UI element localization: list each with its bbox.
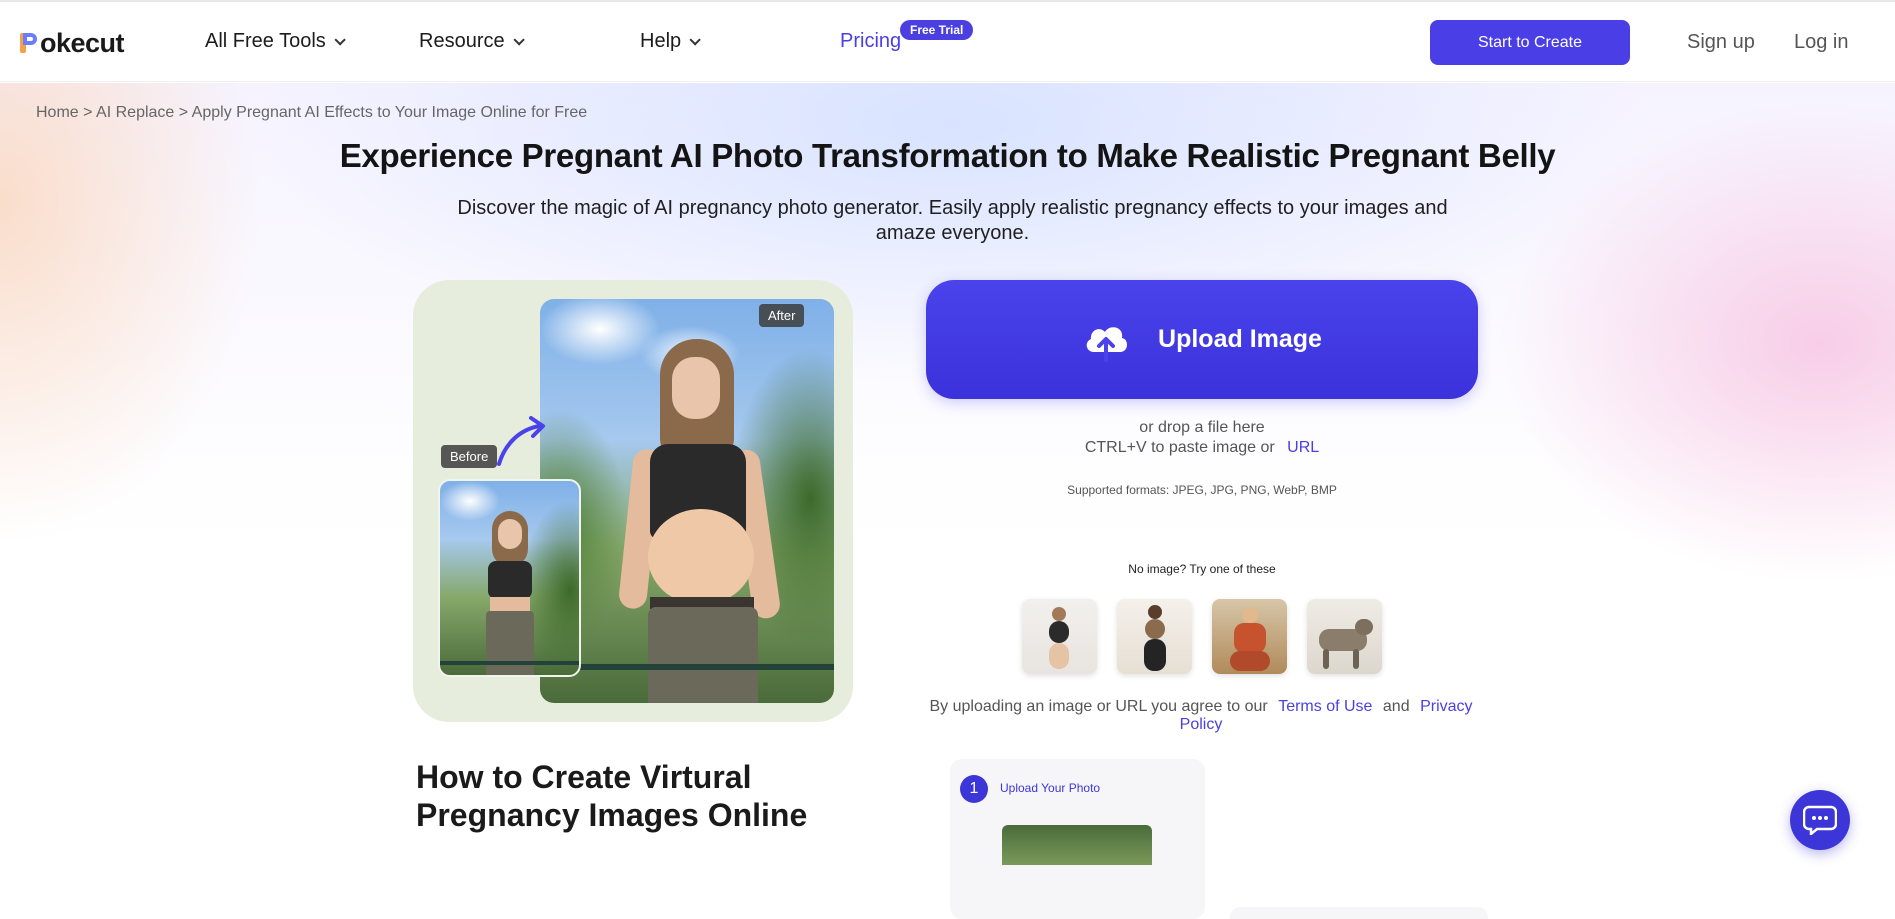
chevron-down-icon <box>689 33 701 46</box>
drop-file-hint: or drop a file here <box>1139 419 1265 436</box>
step-number: 1 <box>960 775 988 803</box>
supported-formats: Supported formats: JPEG, JPG, PNG, WebP,… <box>1067 483 1337 497</box>
woman-figure <box>474 511 544 675</box>
before-image <box>438 479 581 677</box>
nav-all-free-tools-label: All Free Tools <box>205 30 326 52</box>
logo-mark-icon <box>20 31 38 55</box>
start-to-create-button[interactable]: Start to Create <box>1430 20 1630 65</box>
sample-images <box>1022 599 1382 674</box>
upload-image-button[interactable]: Upload Image <box>926 280 1478 399</box>
nav-all-free-tools[interactable]: All Free Tools <box>205 30 346 53</box>
sample-image-2[interactable] <box>1117 599 1192 674</box>
pregnant-woman-figure <box>617 339 782 703</box>
agree-prefix: By uploading an image or URL you agree t… <box>929 698 1268 715</box>
breadcrumb-ai-replace[interactable]: AI Replace <box>96 104 174 121</box>
chevron-down-icon <box>513 33 525 46</box>
pokecut-logo[interactable]: okecut <box>20 27 125 58</box>
sample-image-3[interactable] <box>1212 599 1287 674</box>
before-tag: Before <box>441 445 498 468</box>
free-trial-badge: Free Trial <box>900 20 974 40</box>
step-card-next <box>1230 907 1488 919</box>
site-header: okecut All Free Tools Resource Help Pric… <box>0 2 1895 82</box>
logo-text: okecut <box>40 27 125 58</box>
breadcrumb: Home > AI Replace > Apply Pregnant AI Ef… <box>36 104 587 122</box>
log-in-link[interactable]: Log in <box>1794 31 1849 54</box>
nav-pricing[interactable]: Pricing <box>840 30 901 53</box>
terms-of-use-link[interactable]: Terms of Use <box>1278 698 1372 715</box>
after-image <box>540 299 834 703</box>
chevron-down-icon <box>334 33 346 46</box>
agree-and: and <box>1382 698 1410 715</box>
step-image <box>1002 825 1152 865</box>
nav-pricing-label: Pricing <box>840 30 902 52</box>
hero-section: Home > AI Replace > Apply Pregnant AI Ef… <box>0 83 1895 919</box>
chat-support-button[interactable] <box>1790 790 1850 850</box>
nav-resource[interactable]: Resource <box>419 30 525 53</box>
upload-image-label: Upload Image <box>1158 325 1322 353</box>
step-label: Upload Your Photo <box>1000 781 1101 795</box>
nav-help-label: Help <box>640 30 682 52</box>
chat-icon <box>1803 805 1837 835</box>
url-link[interactable]: URL <box>1287 439 1319 456</box>
fence-rail <box>540 664 834 670</box>
sample-image-4[interactable] <box>1307 599 1382 674</box>
before-after-demo: After Before <box>413 280 853 722</box>
paste-hint: CTRL+V to paste image or URL <box>926 439 1478 457</box>
breadcrumb-home[interactable]: Home <box>36 104 79 121</box>
cloud-upload-icon <box>1086 326 1128 362</box>
step-card-upload: 1 Upload Your Photo <box>950 759 1205 919</box>
breadcrumb-separator: > <box>83 104 93 121</box>
breadcrumb-current: Apply Pregnant AI Effects to Your Image … <box>191 104 588 121</box>
sign-up-link[interactable]: Sign up <box>1687 31 1755 54</box>
how-to-title: How to Create Virtural Pregnancy Images … <box>416 759 808 833</box>
page-title: Experience Pregnant AI Photo Transformat… <box>339 137 1556 174</box>
breadcrumb-separator: > <box>178 104 189 121</box>
after-tag: After <box>759 304 805 327</box>
paste-hint-text: CTRL+V to paste image or <box>1084 439 1275 456</box>
terms-agreement: By uploading an image or URL you agree t… <box>918 698 1484 734</box>
page-subtitle: Discover the magic of AI pregnancy photo… <box>457 197 1448 244</box>
curved-arrow-icon <box>497 416 545 466</box>
sample-image-1[interactable] <box>1022 599 1097 674</box>
try-samples-label: No image? Try one of these <box>1128 562 1276 576</box>
nav-help[interactable]: Help <box>640 30 701 53</box>
nav-resource-label: Resource <box>419 30 505 52</box>
